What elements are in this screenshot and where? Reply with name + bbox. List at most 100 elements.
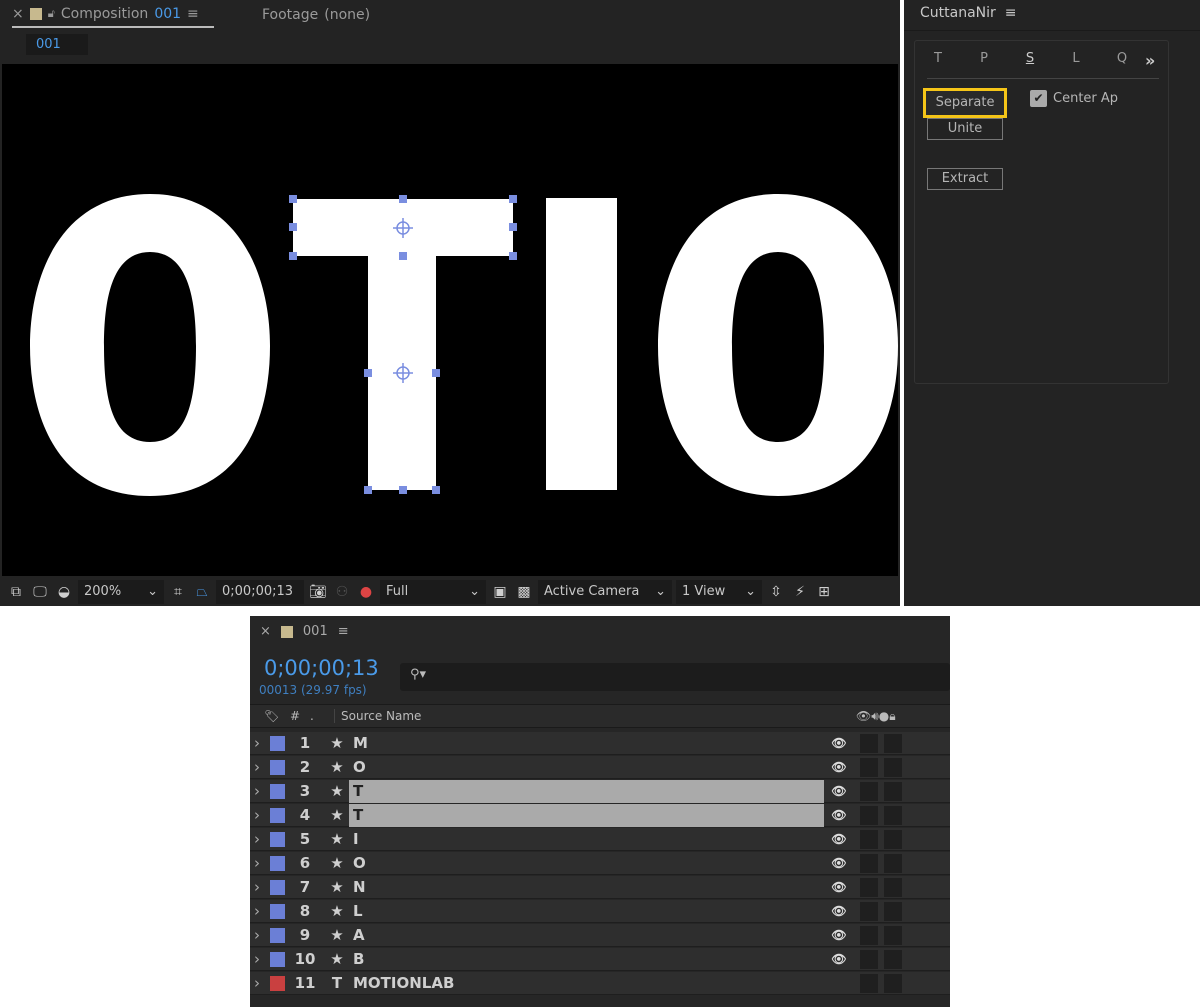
zoom-dropdown[interactable]: 200% ⌄ [78,579,164,604]
audio-icon[interactable]: 🔊︎ [871,709,879,724]
audio-toggle[interactable] [860,973,878,993]
transparency-grid-icon[interactable]: ▩ [514,584,534,600]
timecode-display[interactable]: 0;00;00;13 [216,579,304,604]
separate-button[interactable]: Separate [923,88,1007,118]
layer-label-color[interactable] [270,879,285,895]
audio-toggle[interactable] [860,781,878,801]
layer-label-color[interactable] [270,783,285,799]
layer-row[interactable]: › 10 ★ B 👁︎ [250,948,950,971]
layer-label-color[interactable] [270,927,285,943]
layer-name[interactable]: M [349,732,824,755]
solo-toggle[interactable] [884,949,902,969]
layer-row[interactable]: › 8 ★ L 👁︎ [250,900,950,923]
layer-name[interactable]: B [349,948,824,971]
color-channels-icon[interactable]: ● [356,584,376,600]
expand-chevron-icon[interactable]: › [254,734,260,752]
eye-icon[interactable]: 👁︎ [824,784,854,798]
solo-toggle[interactable] [884,829,902,849]
solo-icon[interactable]: ● [879,709,889,723]
extract-button[interactable]: Extract [927,168,1003,190]
layer-label-color[interactable] [270,855,285,871]
tab-q[interactable]: Q [1099,51,1145,70]
layer-name[interactable]: L [349,900,824,923]
solo-toggle[interactable] [884,853,902,873]
camera-dropdown[interactable]: Active Camera ⌄ [538,579,672,604]
solo-toggle[interactable] [884,757,902,777]
layer-row[interactable]: › 2 ★ O 👁︎ [250,756,950,779]
region-of-interest-icon[interactable]: ▣ [490,584,510,600]
layer-label-color[interactable] [270,903,285,919]
column-source-name[interactable]: Source Name [334,709,856,723]
layer-label-color[interactable] [270,975,285,991]
tab-composition[interactable]: × 🔓︎ Composition 001 ≡ [12,2,214,28]
view-layout-dropdown[interactable]: 1 View ⌄ [676,579,762,604]
menu-icon[interactable]: ≡ [187,6,199,22]
always-preview-icon[interactable]: ⧉ [6,584,26,600]
eye-icon[interactable]: 👁︎ [824,904,854,918]
resolution-dropdown[interactable]: Full ⌄ [380,579,486,604]
eye-icon[interactable]: 👁︎ [824,928,854,942]
fast-previews-icon[interactable]: ⚡︎ [790,584,810,600]
layer-row[interactable]: › 1 ★ M 👁︎ [250,732,950,755]
eye-icon[interactable]: 👁︎ [824,832,854,846]
column-number[interactable]: # [290,709,310,723]
audio-toggle[interactable] [860,901,878,921]
audio-toggle[interactable] [860,829,878,849]
comp-breadcrumb-001[interactable]: 001 [26,34,88,55]
layer-row[interactable]: › 9 ★ A 👁︎ [250,924,950,947]
solo-toggle[interactable] [884,901,902,921]
expand-chevron-icon[interactable]: › [254,902,260,920]
camera-snapshot-icon[interactable]: 📷︎ [308,584,328,600]
expand-chevron-icon[interactable]: › [254,950,260,968]
unite-button[interactable]: Unite [927,118,1003,140]
tab-l[interactable]: L [1053,51,1099,70]
layer-label-color[interactable] [270,831,285,847]
eye-icon[interactable]: 👁︎ [824,736,854,750]
audio-toggle[interactable] [860,733,878,753]
close-icon[interactable]: × [12,6,24,22]
solo-toggle[interactable] [884,733,902,753]
eye-icon[interactable]: 👁︎ [824,760,854,774]
layer-label-color[interactable] [270,807,285,823]
layer-row[interactable]: › 5 ★ I 👁︎ [250,828,950,851]
expand-chevron-icon[interactable]: › [254,974,260,992]
current-time[interactable]: 0;00;00;13 [264,656,379,680]
solo-toggle[interactable] [884,877,902,897]
audio-toggle[interactable] [860,757,878,777]
expand-chevron-icon[interactable]: › [254,830,260,848]
layer-name[interactable]: MOTIONLAB [349,972,824,995]
layer-name[interactable]: T [349,803,824,827]
audio-toggle[interactable] [860,853,878,873]
video-eye-icon[interactable]: 👁︎ [856,709,871,723]
flowchart-icon[interactable]: ⊞ [814,584,834,600]
layer-label-color[interactable] [270,735,285,751]
lock-icon[interactable]: 🔓︎ [48,7,55,21]
tab-p[interactable]: P [961,51,1007,70]
menu-icon[interactable]: ≡ [338,624,349,639]
eye-icon[interactable]: 👁︎ [824,880,854,894]
audio-toggle[interactable] [860,877,878,897]
layer-row[interactable]: › 3 ★ T 👁︎ [250,779,950,803]
expand-chevron-icon[interactable]: › [254,806,260,824]
solo-toggle[interactable] [884,973,902,993]
tab-s[interactable]: S [1007,51,1053,70]
solo-toggle[interactable] [884,781,902,801]
eye-icon[interactable]: 👁︎ [824,856,854,870]
expand-chevron-icon[interactable]: › [254,926,260,944]
solo-toggle[interactable] [884,925,902,945]
layer-name[interactable]: A [349,924,824,947]
close-icon[interactable]: × [260,624,271,639]
composition-viewer[interactable] [2,64,898,576]
layer-name[interactable]: N [349,876,824,899]
layer-search-input[interactable]: ⚲▾ [400,663,950,691]
mask-icon[interactable]: ◒ [54,584,74,600]
layer-name[interactable]: I [349,828,824,851]
timeline-tab[interactable]: × 001 ≡ [260,624,349,639]
layer-row[interactable]: › 6 ★ O 👁︎ [250,852,950,875]
layer-name[interactable]: T [349,779,824,803]
audio-toggle[interactable] [860,925,878,945]
expand-chevron-icon[interactable]: › [254,758,260,776]
expand-chevron-icon[interactable]: › [254,854,260,872]
eye-icon[interactable]: 👁︎ [824,808,854,822]
mask-path-icon[interactable]: ⏢ [192,584,212,600]
